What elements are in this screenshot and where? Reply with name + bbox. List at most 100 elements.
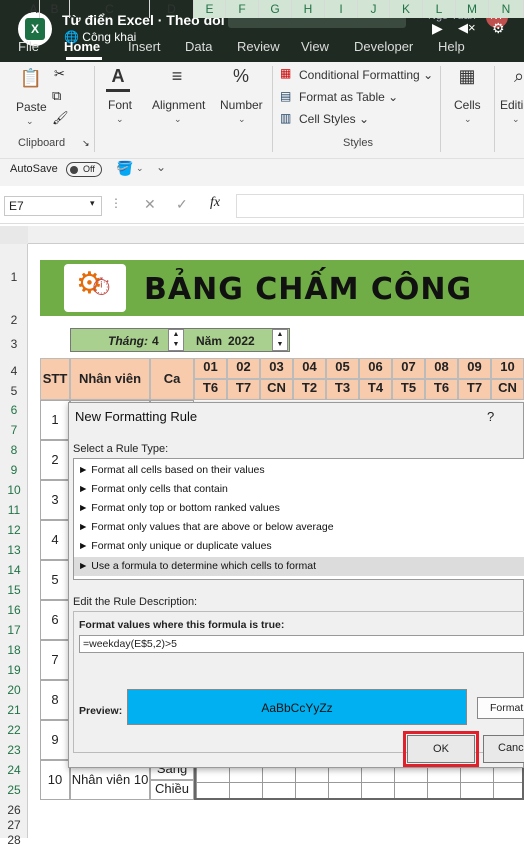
row-header[interactable]: 14 (0, 563, 28, 577)
editing-button[interactable]: Editi (500, 98, 523, 112)
chevron-down-icon[interactable]: ⌄ (238, 114, 246, 125)
tab-file[interactable]: File (18, 39, 39, 54)
row-header[interactable]: 22 (0, 723, 28, 737)
format-as-table-button[interactable]: Format as Table ⌄ (299, 90, 398, 104)
formula-input[interactable]: =weekday(E$5,2)>5 (79, 635, 524, 653)
row-header[interactable]: 4 (0, 364, 28, 378)
row-header[interactable]: 9 (0, 463, 28, 477)
column-header[interactable]: D (150, 0, 194, 18)
table-row-stt[interactable]: 8 (40, 680, 70, 720)
row-header[interactable]: 7 (0, 423, 28, 437)
row-header[interactable]: 3 (0, 337, 28, 351)
column-header[interactable]: N (489, 0, 524, 18)
chevron-down-icon[interactable]: ▾ (90, 198, 95, 209)
tab-insert[interactable]: Insert (128, 39, 161, 54)
chevron-down-icon[interactable]: ⌄ (464, 114, 472, 125)
row-header[interactable]: 6 (0, 403, 28, 417)
settings-icon[interactable]: ⚙ (492, 20, 505, 37)
cancel-button[interactable]: Cancel (483, 735, 524, 763)
rule-type-option-selected[interactable]: ► Use a formula to determine which cells… (74, 557, 524, 576)
row-header[interactable]: 17 (0, 623, 28, 637)
column-header[interactable]: I (325, 0, 358, 18)
row-header[interactable]: 13 (0, 543, 28, 557)
alignment-icon[interactable]: ≡ (164, 66, 190, 92)
name-box[interactable]: E7 (4, 196, 102, 216)
play-icon[interactable]: ▶ (432, 20, 443, 37)
row-header[interactable]: 24 (0, 763, 28, 777)
row-header[interactable]: 2 (0, 313, 28, 327)
row-header[interactable]: 11 (0, 503, 28, 517)
row-header[interactable]: 19 (0, 663, 28, 677)
help-icon[interactable]: ? (487, 409, 494, 424)
row-header[interactable]: 10 (0, 483, 28, 497)
table-row-stt[interactable]: 5 (40, 560, 70, 600)
format-button[interactable]: Format... (477, 697, 524, 719)
alignment-button[interactable]: Alignment (152, 98, 205, 112)
cells-icon[interactable]: ▦ (454, 66, 480, 92)
column-header[interactable]: B (40, 0, 70, 18)
chevron-down-icon[interactable]: ⌄ (26, 116, 34, 127)
select-all[interactable] (0, 226, 28, 244)
chevron-down-icon[interactable]: ⌄ (512, 114, 520, 125)
table-row-stt[interactable]: 10 (40, 760, 70, 800)
row-header[interactable]: 15 (0, 583, 28, 597)
column-header[interactable]: H (292, 0, 325, 18)
table-row-stt[interactable]: 3 (40, 480, 70, 520)
tab-data[interactable]: Data (185, 39, 212, 54)
chevron-down-icon[interactable]: ⌄ (116, 114, 124, 125)
tab-help[interactable]: Help (438, 39, 465, 54)
row-header[interactable]: 20 (0, 683, 28, 697)
row-header[interactable]: 5 (0, 384, 28, 398)
percent-icon[interactable]: % (228, 66, 254, 92)
table-row-stt[interactable]: 1 (40, 400, 70, 440)
row-header[interactable]: 16 (0, 603, 28, 617)
row-header[interactable]: 21 (0, 703, 28, 717)
font-icon[interactable]: A (106, 66, 130, 92)
function-icon[interactable]: fx (210, 195, 220, 211)
tab-developer[interactable]: Developer (354, 39, 413, 54)
row-header[interactable]: 1 (0, 270, 28, 284)
year-spinner[interactable]: ▲ ▼ (272, 329, 288, 351)
column-header[interactable]: J (358, 0, 390, 18)
column-header[interactable]: K (390, 0, 423, 18)
conditional-formatting-button[interactable]: Conditional Formatting ⌄ (299, 68, 433, 82)
column-header[interactable]: E (194, 0, 226, 18)
row-header[interactable]: 23 (0, 743, 28, 757)
shift-afternoon[interactable]: Chiều (150, 780, 194, 800)
month-spinner[interactable]: ▲ ▼ (168, 329, 184, 351)
table-row-stt[interactable]: 6 (40, 600, 70, 640)
format-painter-icon[interactable]: 🖌 (52, 110, 69, 126)
cell-styles-button[interactable]: Cell Styles ⌄ (299, 112, 369, 126)
paste-icon[interactable]: 📋 (18, 68, 44, 94)
more-icon[interactable]: ⌄ (156, 160, 166, 174)
row-header[interactable]: 26 (0, 803, 28, 817)
dialog-launcher-icon[interactable]: ↘ (82, 138, 90, 149)
column-header[interactable]: G (259, 0, 292, 18)
rule-type-option[interactable]: ► Format only top or bottom ranked value… (74, 499, 524, 518)
table-row-stt[interactable]: 7 (40, 640, 70, 680)
search-icon[interactable]: ⌕ (506, 66, 524, 92)
paste-button[interactable]: Paste (16, 100, 47, 114)
check-icon[interactable]: ✓ (176, 196, 188, 213)
mute-icon[interactable]: ◀× (458, 20, 476, 36)
column-header[interactable]: M (456, 0, 489, 18)
rule-type-option[interactable]: ► Format only cells that contain (74, 480, 524, 499)
row-header[interactable]: 18 (0, 643, 28, 657)
tab-home[interactable]: Home (64, 39, 100, 54)
row-header[interactable]: 27 (0, 818, 28, 832)
cells-button[interactable]: Cells (454, 98, 481, 112)
number-button[interactable]: Number (220, 98, 263, 112)
autosave-toggle[interactable]: Off (66, 162, 102, 177)
table-row-stt[interactable]: 2 (40, 440, 70, 480)
copy-icon[interactable]: ⧉ (52, 88, 61, 104)
column-header[interactable]: F (226, 0, 259, 18)
row-header[interactable]: 25 (0, 783, 28, 797)
table-row-stt[interactable]: 4 (40, 520, 70, 560)
formula-input[interactable] (236, 194, 524, 218)
fill-color-icon[interactable]: 🪣 (116, 160, 133, 177)
row-header[interactable]: 28 (0, 833, 28, 847)
column-header[interactable]: A (28, 0, 40, 18)
tab-view[interactable]: View (301, 39, 329, 54)
font-button[interactable]: Font (108, 98, 132, 112)
rule-type-option[interactable]: ► Format all cells based on their values (74, 461, 524, 480)
